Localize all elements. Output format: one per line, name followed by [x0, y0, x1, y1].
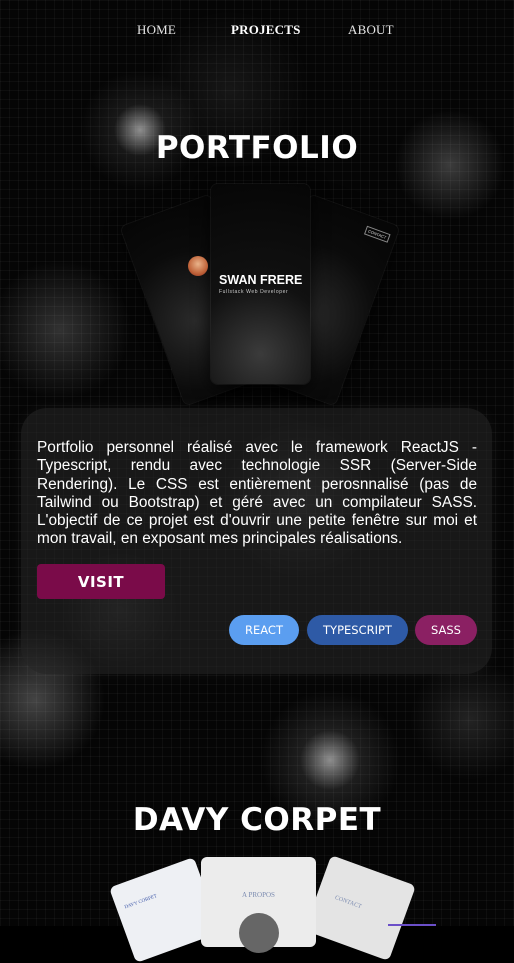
mockup2-left-label: DAVY CORPET — [124, 894, 158, 911]
avatar-icon — [188, 256, 208, 276]
project-description: Portfolio personnel réalisé avec le fram… — [37, 439, 477, 548]
project-card: Portfolio personnel réalisé avec le fram… — [21, 408, 492, 674]
mockup-phone-center: SWAN FRERE Fullstack Web Developer — [211, 184, 310, 384]
mockup-subtitle: Fullstack Web Developer — [219, 289, 289, 295]
tag-typescript: TYPESCRIPT — [307, 615, 408, 645]
mockup2-center-label: A PROPOS — [242, 891, 275, 899]
mockup2-avatar — [239, 913, 279, 953]
mockup-contact-tag: CONTACT — [363, 225, 391, 243]
tag-sass: SASS — [415, 615, 477, 645]
mockup2-right-label: CONTACT — [333, 895, 363, 911]
mockup-name: SWAN FRERE — [219, 273, 303, 287]
mockup2-phone-center: A PROPOS — [201, 857, 316, 953]
project-title-2: DAVY CORPET — [132, 802, 382, 838]
tag-react: REACT — [229, 615, 299, 645]
portfolio-mockup: CONTACT SWAN FRERE Fullstack Web Develop… — [0, 0, 514, 406]
visit-button[interactable]: VISIT — [37, 564, 165, 599]
